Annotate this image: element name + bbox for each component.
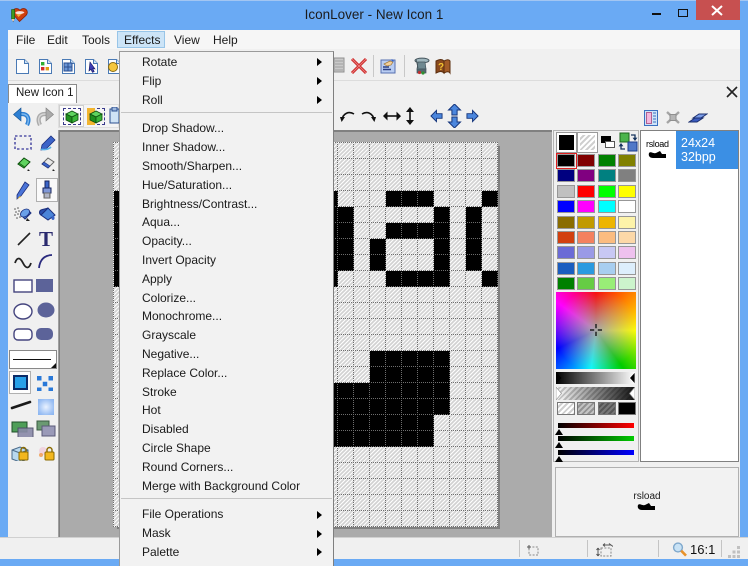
- svg-text:?: ?: [438, 62, 444, 73]
